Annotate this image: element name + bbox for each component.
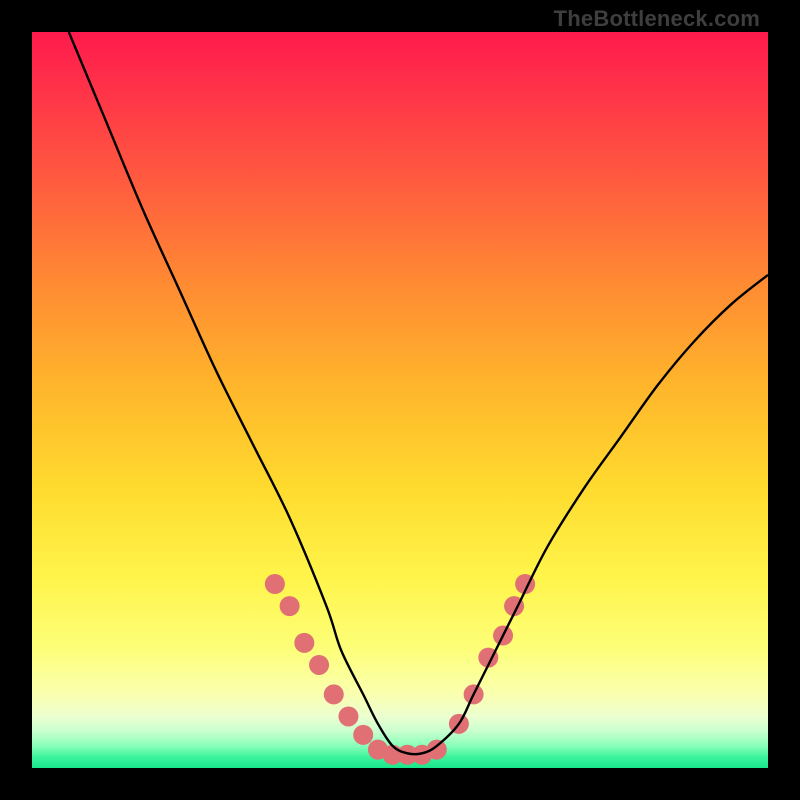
data-marker (338, 706, 358, 726)
chart-frame (32, 32, 768, 768)
data-marker (353, 725, 373, 745)
marker-group (265, 574, 535, 765)
chart-svg (32, 32, 768, 768)
watermark-text: TheBottleneck.com (554, 6, 760, 32)
plot-area (32, 32, 768, 768)
data-marker (280, 596, 300, 616)
data-marker (324, 684, 344, 704)
data-marker (294, 633, 314, 653)
data-marker (265, 574, 285, 594)
data-marker (309, 655, 329, 675)
bottleneck-curve (69, 32, 768, 754)
